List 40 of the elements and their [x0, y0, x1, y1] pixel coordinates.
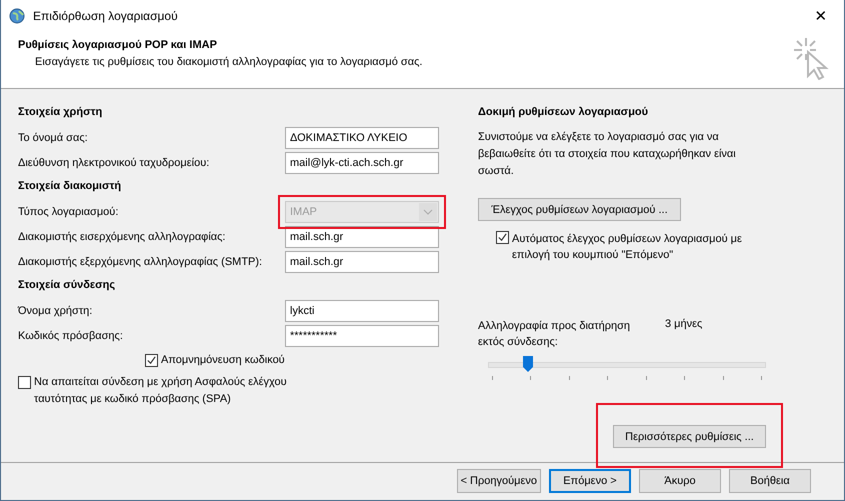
field-label: Όνομα χρήστη: [18, 304, 92, 316]
slider[interactable] [488, 356, 766, 380]
section-heading: Στοιχεία σύνδεσης [18, 278, 116, 293]
dialog-button[interactable]: < Προηγούμενο [456, 469, 541, 493]
section-heading: Δοκιμή ρυθμίσεων λογαριασμού [478, 105, 650, 120]
checkbox[interactable] [18, 376, 31, 389]
dialog-button[interactable]: Επόμενο > [549, 469, 631, 493]
slider-thumb[interactable] [522, 356, 533, 372]
field-label: Διακομιστής εισερχόμενης αλληλογραφίας: [18, 230, 226, 242]
dialog-button[interactable]: Βοήθεια [729, 469, 811, 493]
close-button[interactable]: ✕ [798, 0, 844, 32]
section-heading: Στοιχεία χρήστη [18, 105, 104, 120]
globe-icon [9, 8, 25, 24]
input-field[interactable]: mail@lyk-cti.ach.sch.gr [285, 152, 439, 174]
test-settings-button[interactable]: Έλεγχος ρυθμίσεων λογαριασμού ... [478, 198, 681, 221]
window-title: Επιδιόρθωση λογαριασμού [33, 9, 179, 23]
dialog-button[interactable]: Άκυρο [639, 469, 721, 493]
field-label: Το όνομά σας: [18, 132, 88, 144]
input-field[interactable]: ΔΟΚΙΜΑΣΤΙΚΟ ΛΥΚΕΙΟ [285, 126, 439, 148]
input-field[interactable]: *********** [285, 324, 439, 346]
header-subtitle: Εισαγάγετε τις ρυθμίσεις του διακομιστή αλληλογραφίας για το λογαριασμό σας. [34, 56, 422, 68]
checkbox-label: Να απαιτείται σύνδεση με χρήση Ασφαλούς ελέγχου ταυτότητας με κωδικό πρόσβασης (SPA) [34, 375, 288, 407]
checkbox[interactable] [145, 354, 158, 366]
slider-label: Αλληλογραφία προς διατήρηση εκτός σύνδεσης: [478, 319, 632, 350]
checkbox[interactable] [496, 231, 509, 244]
more-settings-button[interactable]: Περισσότερες ρυθμίσεις ... [613, 425, 766, 448]
checkbox-label: Αυτόματος έλεγχος ρυθμίσεων λογαριασμού με επιλογή του κουμπιού "Επόμενο" [512, 232, 743, 263]
field-label: Διεύθυνση ηλεκτρονικού ταχυδρομείου: [18, 156, 210, 168]
slider-reading: 3 μήνες [665, 318, 702, 332]
checkbox-label: Απομνημόνευση κωδικού [161, 354, 285, 366]
field-label: Τύπος λογαριασμού: [18, 206, 118, 218]
field-label: Κωδικός πρόσβασης: [18, 330, 123, 342]
input-field[interactable]: mail.sch.gr [285, 250, 439, 272]
input-field[interactable]: mail.sch.gr [285, 226, 439, 248]
chevron-down-icon [419, 202, 437, 220]
header-title: Ρυθμίσεις λογαριασμού POP και IMAP [18, 39, 218, 51]
input-field[interactable]: lykcti [285, 300, 439, 322]
field-label: Διακομιστής εξερχόμενης αλληλογραφίας (SMTP): [18, 256, 262, 268]
section-heading: Στοιχεία διακομιστή [18, 179, 122, 194]
description-text: Συνιστούμε να ελέγξετε το λογαριασμό σας για να βεβαιωθείτε ότι τα στοιχεία που καταχωρήθηκαν είναι σωστά. [478, 130, 737, 179]
